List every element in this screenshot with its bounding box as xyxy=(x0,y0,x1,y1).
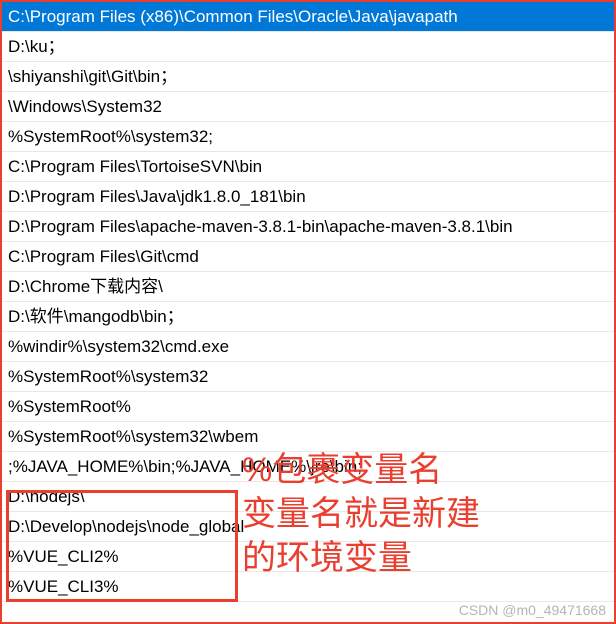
path-entry[interactable]: D:\ku； xyxy=(2,32,614,62)
path-entry[interactable]: \Windows\System32 xyxy=(2,92,614,122)
path-entry[interactable]: D:\Chrome下载内容\ xyxy=(2,272,614,302)
path-entry[interactable]: D:\nodejs\ xyxy=(2,482,614,512)
path-entry[interactable]: C:\Program Files\Git\cmd xyxy=(2,242,614,272)
path-entry[interactable]: C:\Program Files\TortoiseSVN\bin xyxy=(2,152,614,182)
path-entry[interactable]: %SystemRoot%\system32; xyxy=(2,122,614,152)
path-entry[interactable]: %VUE_CLI3% xyxy=(2,572,614,602)
watermark: CSDN @m0_49471668 xyxy=(459,602,606,618)
path-entry[interactable]: D:\Program Files\apache-maven-3.8.1-bin\… xyxy=(2,212,614,242)
path-entry[interactable]: D:\Program Files\Java\jdk1.8.0_181\bin xyxy=(2,182,614,212)
path-entry[interactable]: %windir%\system32\cmd.exe xyxy=(2,332,614,362)
path-entry[interactable]: D:\软件\mangodb\bin； xyxy=(2,302,614,332)
path-entry[interactable]: C:\Program Files (x86)\Common Files\Orac… xyxy=(2,2,614,32)
path-entry[interactable]: %SystemRoot%\system32\wbem xyxy=(2,422,614,452)
path-entry[interactable]: \shiyanshi\git\Git\bin； xyxy=(2,62,614,92)
path-entry[interactable]: %SystemRoot%\system32 xyxy=(2,362,614,392)
path-entry[interactable]: D:\Develop\nodejs\node_global xyxy=(2,512,614,542)
path-list[interactable]: C:\Program Files (x86)\Common Files\Orac… xyxy=(2,2,614,602)
path-entry[interactable]: %VUE_CLI2% xyxy=(2,542,614,572)
path-entry[interactable]: %SystemRoot% xyxy=(2,392,614,422)
path-entry[interactable]: ;%JAVA_HOME%\bin;%JAVA_HOME%\jre\bin; xyxy=(2,452,614,482)
